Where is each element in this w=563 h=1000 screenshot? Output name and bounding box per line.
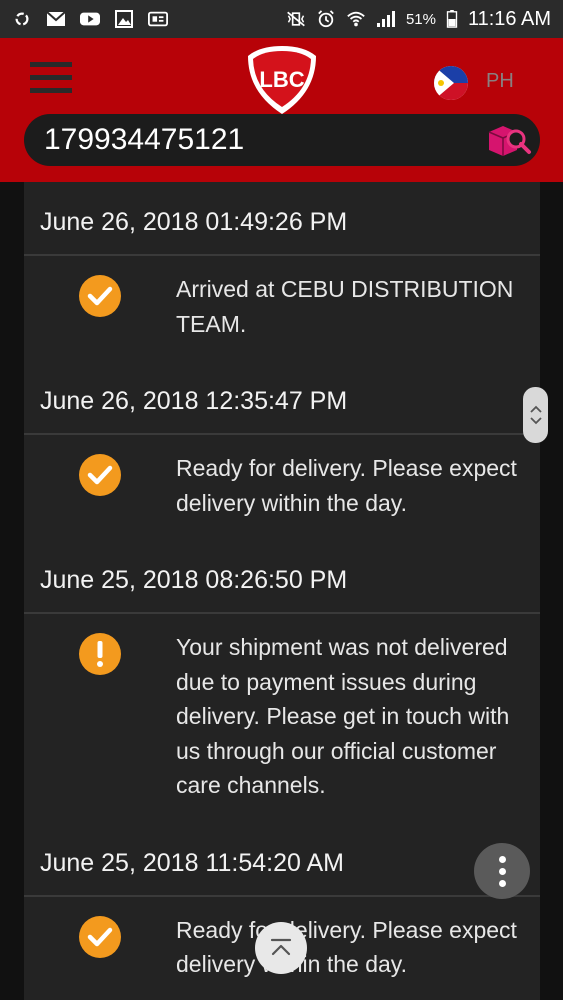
fast-scroll-handle[interactable] <box>523 387 548 443</box>
wifi-icon <box>347 11 365 27</box>
status-bar: 51% 11:16 AM <box>0 0 563 38</box>
check-circle-icon <box>79 915 121 958</box>
entry-message: Arrived at CEBU DISTRIBUTION TEAM. <box>176 276 514 337</box>
tracking-entry: June 26, 2018 12:35:47 PM Ready for deli… <box>24 361 540 540</box>
sync-icon <box>15 12 29 26</box>
track-button[interactable] <box>478 114 540 166</box>
dot <box>498 867 506 875</box>
system-indicators: 51% 11:16 AM <box>286 8 551 31</box>
chevron-down-icon <box>529 417 542 425</box>
entry-date: June 26, 2018 01:49:26 PM <box>24 182 540 256</box>
menu-button[interactable] <box>30 62 72 96</box>
scroll-to-top-button[interactable] <box>255 922 307 974</box>
clock: 11:16 AM <box>467 7 551 30</box>
notification-icons <box>12 10 168 28</box>
country-code[interactable]: PH <box>486 70 514 93</box>
entry-message: Your shipment was not delivered due to p… <box>176 634 510 798</box>
entry-body: Ready for delivery. Please expect delive… <box>24 435 540 540</box>
dot <box>498 879 506 887</box>
tracking-number-input[interactable] <box>42 122 478 158</box>
scroll-top-icon <box>270 938 292 956</box>
signal-icon <box>376 11 395 27</box>
gallery-icon <box>115 10 133 28</box>
entry-date: June 25, 2018 11:54:20 AM <box>24 823 540 897</box>
youtube-icon <box>80 12 100 26</box>
dot <box>498 855 506 863</box>
battery-percent: 51% <box>405 10 436 28</box>
tracking-search-bar <box>24 114 540 166</box>
alarm-icon <box>318 10 334 28</box>
check-circle-icon <box>79 275 121 317</box>
news-icon <box>148 11 168 27</box>
lbc-logo[interactable]: LBC <box>244 44 320 116</box>
svg-text:LBC: LBC <box>259 67 304 92</box>
entry-date: June 25, 2018 08:26:50 PM <box>24 540 540 614</box>
entry-message: Ready for delivery. Please expect delive… <box>176 455 517 516</box>
exclamation-circle-icon <box>79 633 121 675</box>
chevron-up-icon <box>529 405 542 413</box>
vibrate-mute-icon <box>287 11 305 27</box>
mail-icon <box>46 11 66 26</box>
entry-body: Arrived at CEBU DISTRIBUTION TEAM. <box>24 256 540 361</box>
tracking-entry: June 25, 2018 08:26:50 PM Your shipment … <box>24 540 540 823</box>
tracking-history: June 26, 2018 01:49:26 PM Arrived at CEB… <box>24 182 540 1000</box>
check-circle-icon <box>79 454 121 496</box>
entry-body: Your shipment was not delivered due to p… <box>24 614 540 823</box>
entry-message: Ready for delivery. Please expect delive… <box>176 916 517 978</box>
app-header: LBC PH <box>0 38 563 182</box>
entry-date: June 26, 2018 12:35:47 PM <box>24 361 540 435</box>
package-search-icon <box>488 126 531 156</box>
battery-icon <box>446 10 458 28</box>
more-options-button[interactable] <box>474 843 530 899</box>
hamburger-icon <box>30 62 72 67</box>
ph-flag-icon[interactable] <box>434 66 468 100</box>
tracking-entry: June 26, 2018 01:49:26 PM Arrived at CEB… <box>24 182 540 361</box>
